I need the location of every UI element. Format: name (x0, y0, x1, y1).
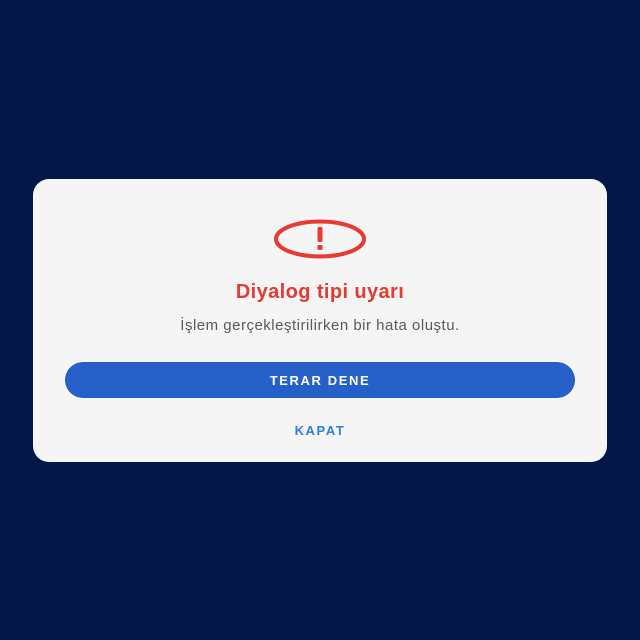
close-button[interactable]: KAPAT (287, 419, 354, 442)
exclamation-circle-icon (274, 219, 366, 259)
dialog-message: İşlem gerçekleştirilirken bir hata oluşt… (180, 317, 460, 334)
dialog-title: Diyalog tipi uyarı (235, 281, 405, 303)
alert-dialog: Diyalog tipi uyarı İşlem gerçekleştirili… (33, 179, 607, 462)
retry-button[interactable]: TERAR DENE (65, 362, 575, 398)
